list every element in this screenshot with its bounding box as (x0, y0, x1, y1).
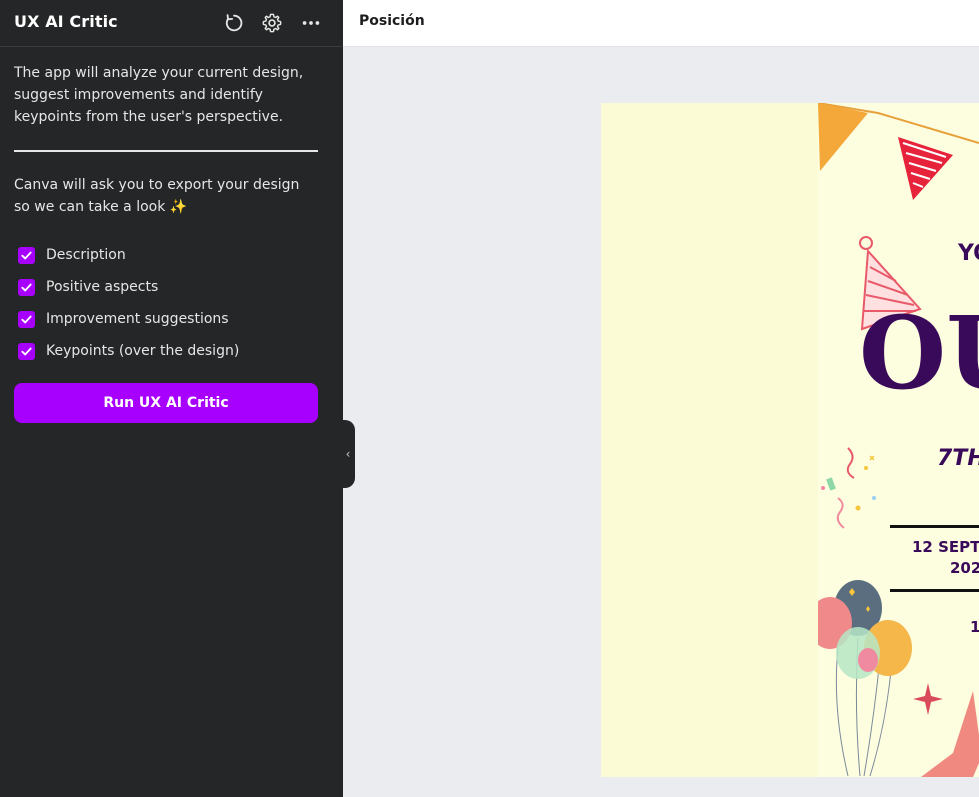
checkbox-checked[interactable] (18, 342, 35, 360)
option-label: Description (46, 247, 126, 263)
sidebar-body: The app will analyze your current design… (14, 62, 318, 423)
refresh-button[interactable] (222, 11, 246, 35)
settings-button[interactable] (260, 11, 284, 35)
more-horizontal-icon (302, 21, 320, 25)
position-button[interactable]: Posición (359, 13, 425, 29)
checkbox-checked[interactable] (18, 310, 35, 328)
option-label: Positive aspects (46, 279, 159, 295)
section-divider (14, 150, 318, 152)
option-keypoints[interactable]: Keypoints (over the design) (14, 335, 318, 367)
option-label: Keypoints (over the design) (46, 343, 240, 359)
refresh-icon (225, 14, 243, 32)
run-critic-button[interactable]: Run UX AI Critic (14, 383, 318, 423)
invite-time: 1 (970, 618, 979, 636)
option-improvement-suggestions[interactable]: Improvement suggestions (14, 303, 318, 335)
check-icon (21, 251, 32, 259)
intro-text: The app will analyze your current design… (14, 65, 304, 125)
check-icon (21, 347, 32, 355)
invite-big-title: OU (859, 294, 979, 412)
checkbox-checked[interactable] (18, 246, 35, 264)
more-options-button[interactable] (299, 11, 323, 35)
check-icon (21, 283, 32, 291)
invite-subtitle: 7TH (937, 446, 979, 471)
chevron-left-icon: ‹ (345, 447, 351, 461)
option-positive-aspects[interactable]: Positive aspects (14, 271, 318, 303)
gear-icon (262, 13, 282, 33)
collapse-panel-handle[interactable]: ‹ (341, 420, 355, 488)
divider-line-top (890, 525, 979, 528)
option-label: Improvement suggestions (46, 311, 229, 327)
export-note: Canva will ask you to export your design… (14, 177, 300, 215)
check-icon (21, 315, 32, 323)
invite-heading-line: YO (958, 241, 979, 266)
option-description[interactable]: Description (14, 239, 318, 271)
balloons-decoration (818, 580, 912, 777)
app-sidebar: UX AI Critic The app will analyze your c… (0, 0, 343, 797)
editor-toolbar: Posición (343, 0, 979, 47)
invite-date: 12 SEPTE (912, 538, 979, 556)
sidebar-header: UX AI Critic (0, 0, 343, 47)
confetti-decoration (821, 447, 876, 529)
app-title: UX AI Critic (14, 12, 118, 31)
options-list: Description Positive aspects Improvement… (14, 239, 318, 367)
bunting-decoration (818, 103, 979, 200)
design-page[interactable]: YO OU 7TH 12 SEPTE 2023 1 (601, 103, 979, 777)
sparkle-stars-decoration (913, 683, 979, 777)
invite-year: 2023 (950, 559, 979, 577)
checkbox-checked[interactable] (18, 278, 35, 296)
divider-line-bottom (890, 589, 979, 592)
